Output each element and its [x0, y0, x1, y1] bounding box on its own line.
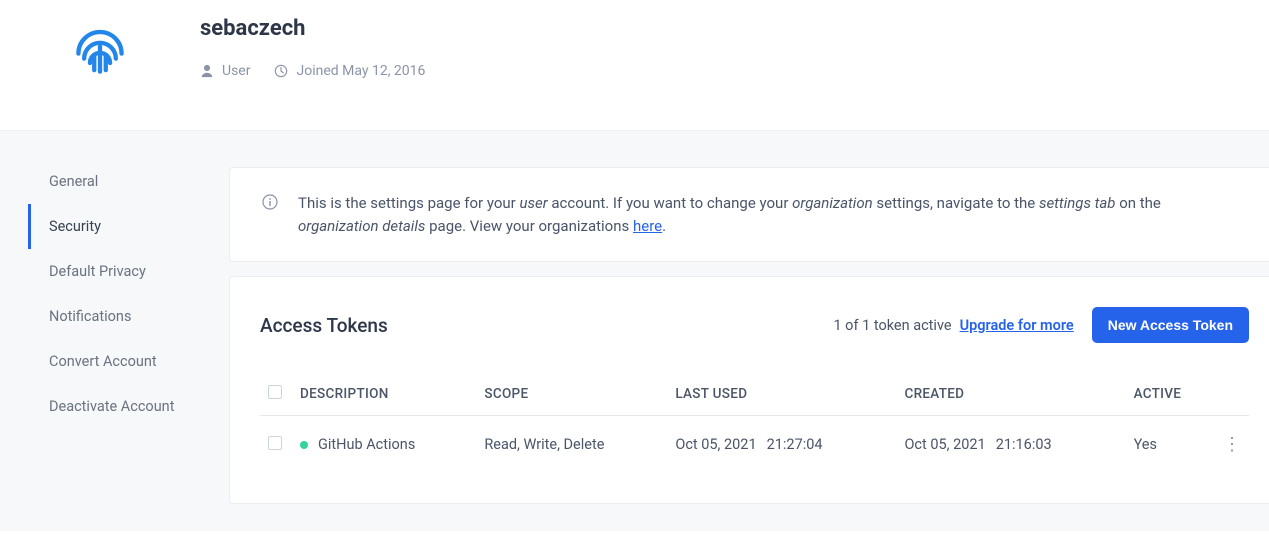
- profile-joined: Joined May 12, 2016: [274, 63, 425, 79]
- token-description: GitHub Actions: [318, 436, 415, 453]
- sidebar-item-label: Default Privacy: [49, 263, 146, 280]
- sidebar-item-convert-account[interactable]: Convert Account: [28, 339, 229, 384]
- tokens-title: Access Tokens: [260, 314, 388, 337]
- tokens-panel: Access Tokens 1 of 1 token active Upgrad…: [229, 276, 1269, 504]
- info-em: settings tab: [1039, 194, 1116, 212]
- sidebar-item-label: General: [49, 173, 98, 190]
- col-active: ACTIVE: [1126, 373, 1215, 416]
- row-actions-menu[interactable]: ⋮: [1215, 416, 1249, 474]
- row-checkbox[interactable]: [268, 436, 282, 450]
- profile-role: User: [200, 63, 250, 79]
- sidebar-item-security[interactable]: Security: [28, 204, 229, 249]
- info-em: organization details: [298, 217, 425, 235]
- tokens-header-right: 1 of 1 token active Upgrade for more New…: [833, 307, 1249, 343]
- col-last-used: LAST USED: [667, 373, 896, 416]
- tokens-table: DESCRIPTION SCOPE LAST USED CREATED ACTI…: [260, 373, 1249, 473]
- info-icon: [262, 194, 278, 210]
- main-content: This is the settings page for your user …: [229, 131, 1269, 531]
- sidebar-item-default-privacy[interactable]: Default Privacy: [28, 249, 229, 294]
- col-scope: SCOPE: [476, 373, 667, 416]
- token-created: Oct 05, 2021 21:16:03: [896, 416, 1125, 474]
- info-text: on the: [1115, 194, 1160, 212]
- info-em: user: [519, 194, 547, 212]
- token-last-used: Oct 05, 2021 21:27:04: [667, 416, 896, 474]
- col-created: CREATED: [896, 373, 1125, 416]
- table-row: GitHub Actions Read, Write, Delete Oct 0…: [260, 416, 1249, 474]
- profile-info: sebaczech User Joined May 12, 2016: [200, 10, 449, 79]
- info-text: .: [662, 217, 666, 235]
- profile-username: sebaczech: [200, 16, 449, 41]
- sidebar-item-general[interactable]: General: [28, 159, 229, 204]
- tokens-count: 1 of 1 token active: [833, 317, 951, 334]
- info-text: This is the settings page for your: [298, 194, 519, 212]
- profile-header: sebaczech User Joined May 12, 2016: [0, 0, 1269, 131]
- body-area: General Security Default Privacy Notific…: [0, 131, 1269, 531]
- tokens-header: Access Tokens 1 of 1 token active Upgrad…: [260, 307, 1249, 343]
- profile-joined-label: Joined May 12, 2016: [296, 63, 425, 79]
- sidebar-item-label: Convert Account: [49, 353, 157, 370]
- info-here-link[interactable]: here: [633, 217, 662, 235]
- clock-icon: [274, 64, 288, 78]
- sidebar-item-label: Notifications: [49, 308, 131, 325]
- status-dot-icon: [300, 441, 308, 449]
- date-part: Oct 05, 2021: [904, 436, 985, 453]
- fingerprint-icon: [64, 14, 136, 86]
- sidebar-item-label: Deactivate Account: [49, 398, 174, 415]
- date-part: Oct 05, 2021: [675, 436, 756, 453]
- info-text: page. View your organizations: [425, 217, 633, 235]
- sidebar-item-label: Security: [49, 218, 101, 235]
- info-banner-text: This is the settings page for your user …: [298, 192, 1237, 237]
- info-text: account. If you want to change your: [548, 194, 792, 212]
- time-part: 21:27:04: [767, 436, 823, 453]
- sidebar-item-notifications[interactable]: Notifications: [28, 294, 229, 339]
- token-active: Yes: [1126, 416, 1215, 474]
- new-access-token-button[interactable]: New Access Token: [1092, 307, 1249, 343]
- sidebar-item-deactivate-account[interactable]: Deactivate Account: [28, 384, 229, 429]
- sidebar: General Security Default Privacy Notific…: [0, 131, 229, 531]
- avatar: [60, 10, 140, 90]
- user-icon: [200, 64, 214, 78]
- profile-meta: User Joined May 12, 2016: [200, 63, 449, 79]
- upgrade-link[interactable]: Upgrade for more: [960, 317, 1074, 334]
- select-all-checkbox[interactable]: [268, 385, 282, 399]
- info-em: organization: [792, 194, 873, 212]
- info-banner: This is the settings page for your user …: [229, 167, 1269, 262]
- token-scope: Read, Write, Delete: [476, 416, 667, 474]
- time-part: 21:16:03: [996, 436, 1052, 453]
- info-text: settings, navigate to the: [873, 194, 1039, 212]
- col-description: DESCRIPTION: [292, 373, 476, 416]
- profile-role-label: User: [222, 63, 250, 79]
